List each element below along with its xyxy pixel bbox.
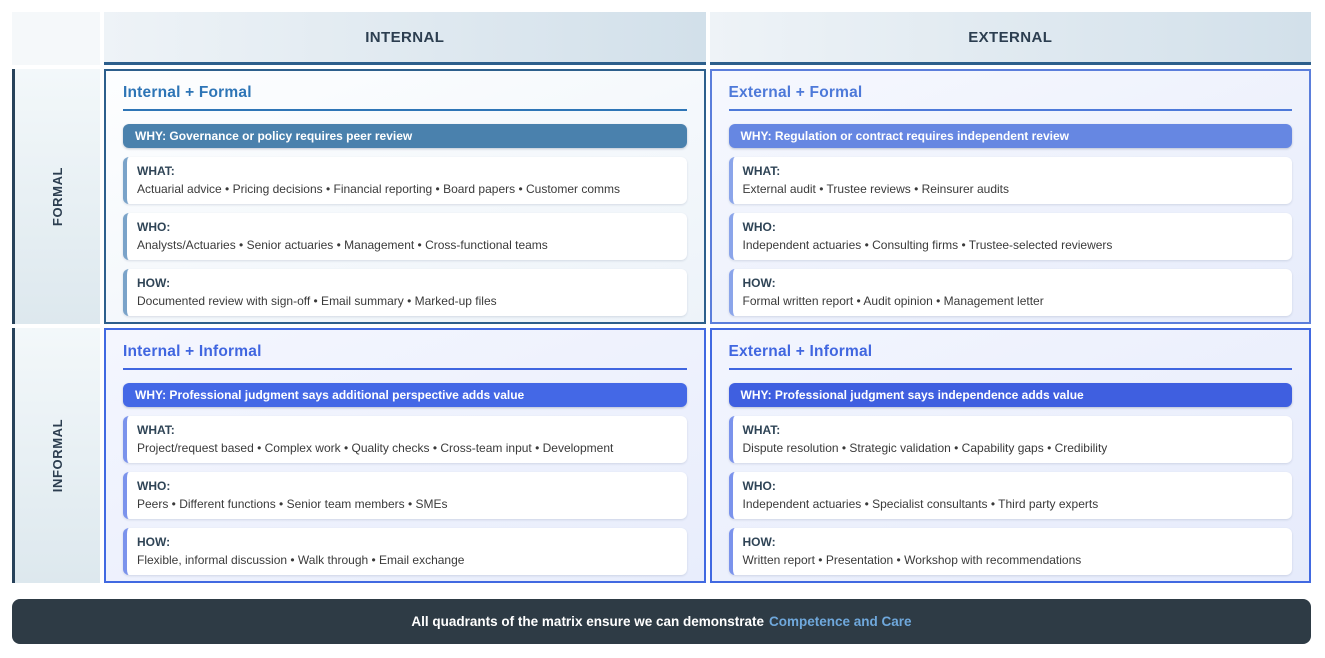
card-text: Actuarial advice • Pricing decisions • F… [137,180,675,198]
card-text: Analysts/Actuaries • Senior actuaries • … [137,236,675,254]
why-bar: WHY: Governance or policy requires peer … [123,124,687,148]
why-bar: WHY: Regulation or contract requires ind… [729,124,1293,148]
card-label: WHAT: [137,162,675,180]
card-label: WHO: [137,477,675,495]
quadrant-external-informal: External + Informal WHY: Professional ju… [710,328,1312,583]
card-text: Independent actuaries • Consulting firms… [743,236,1281,254]
card-label: WHAT: [137,421,675,439]
footer-banner: All quadrants of the matrix ensure we ca… [12,599,1311,644]
what-card: WHAT: Actuarial advice • Pricing decisio… [123,157,687,204]
card-label: WHAT: [743,162,1281,180]
why-bar: WHY: Professional judgment says addition… [123,383,687,407]
quadrant-internal-formal: Internal + Formal WHY: Governance or pol… [104,69,706,324]
quadrant-external-formal: External + Formal WHY: Regulation or con… [710,69,1312,324]
footer-highlight-text: Competence and Care [769,614,912,629]
quadrant-title: Internal + Formal [123,84,687,111]
card-text: Documented review with sign-off • Email … [137,292,675,310]
who-card: WHO: Peers • Different functions • Senio… [123,472,687,519]
quadrant-title: Internal + Informal [123,343,687,370]
how-card: HOW: Documented review with sign-off • E… [123,269,687,316]
card-label: WHO: [137,218,675,236]
quadrant-title: External + Formal [729,84,1293,111]
quadrant-title: External + Informal [729,343,1293,370]
who-card: WHO: Analysts/Actuaries • Senior actuari… [123,213,687,260]
card-label: HOW: [137,274,675,292]
what-card: WHAT: External audit • Trustee reviews •… [729,157,1293,204]
why-bar: WHY: Professional judgment says independ… [729,383,1293,407]
card-text: Project/request based • Complex work • Q… [137,439,675,457]
card-text: Written report • Presentation • Workshop… [743,551,1281,569]
card-text: Peers • Different functions • Senior tea… [137,495,675,513]
card-text: External audit • Trustee reviews • Reins… [743,180,1281,198]
who-card: WHO: Independent actuaries • Specialist … [729,472,1293,519]
row-header-informal: INFORMAL [12,328,100,583]
card-text: Independent actuaries • Specialist consu… [743,495,1281,513]
row-header-informal-label: INFORMAL [50,419,65,492]
matrix-corner-cell [12,12,100,65]
card-text: Dispute resolution • Strategic validatio… [743,439,1281,457]
card-label: HOW: [743,274,1281,292]
how-card: HOW: Written report • Presentation • Wor… [729,528,1293,575]
row-header-formal: FORMAL [12,69,100,324]
column-header-internal: INTERNAL [104,12,706,65]
card-label: HOW: [743,533,1281,551]
card-label: WHAT: [743,421,1281,439]
what-card: WHAT: Dispute resolution • Strategic val… [729,416,1293,463]
card-label: WHO: [743,218,1281,236]
peer-review-matrix-page: INTERNAL EXTERNAL FORMAL Internal + Form… [0,0,1325,658]
what-card: WHAT: Project/request based • Complex wo… [123,416,687,463]
card-text: Formal written report • Audit opinion • … [743,292,1281,310]
how-card: HOW: Formal written report • Audit opini… [729,269,1293,316]
card-label: HOW: [137,533,675,551]
matrix-grid: INTERNAL EXTERNAL FORMAL Internal + Form… [12,12,1311,583]
row-header-formal-label: FORMAL [50,167,65,226]
who-card: WHO: Independent actuaries • Consulting … [729,213,1293,260]
card-label: WHO: [743,477,1281,495]
quadrant-internal-informal: Internal + Informal WHY: Professional ju… [104,328,706,583]
column-header-external: EXTERNAL [710,12,1312,65]
footer-text: All quadrants of the matrix ensure we ca… [411,614,764,629]
card-text: Flexible, informal discussion • Walk thr… [137,551,675,569]
how-card: HOW: Flexible, informal discussion • Wal… [123,528,687,575]
